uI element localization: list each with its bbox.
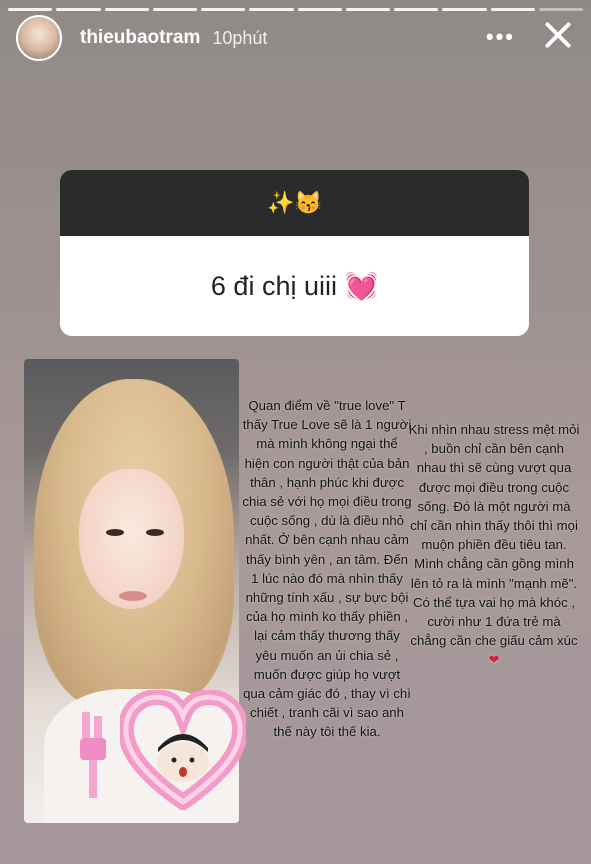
- story-text-left: Quan điểm về "true love" T thấy True Lov…: [242, 398, 412, 740]
- photo-face: [79, 469, 184, 609]
- photo-eye: [106, 529, 124, 536]
- progress-segment: [394, 8, 439, 11]
- story-text-right: Khi nhìn nhau stress mệt mỏi , buồn chỉ …: [408, 420, 580, 670]
- progress-segment-current: [538, 8, 583, 11]
- progress-segment: [442, 8, 487, 11]
- story-progress-bar: [8, 8, 583, 11]
- progress-segment: [345, 8, 390, 11]
- photo-lips: [119, 591, 147, 601]
- red-heart-icon: ❤: [488, 652, 500, 668]
- pink-drip-sticker-icon: [80, 712, 106, 798]
- photo-eye: [146, 529, 164, 536]
- progress-segment: [490, 8, 535, 11]
- username[interactable]: thieubaotram: [80, 27, 200, 49]
- close-icon[interactable]: [541, 18, 575, 52]
- progress-segment: [249, 8, 294, 11]
- heart-icon: [120, 690, 246, 810]
- progress-segment: [297, 8, 342, 11]
- story-text-right-body: Khi nhìn nhau stress mệt mỏi , buồn chỉ …: [408, 422, 580, 649]
- post-time: 10phút: [212, 27, 268, 48]
- story-header: thieubaotram 10phút •••: [16, 15, 575, 61]
- progress-segment: [56, 8, 101, 11]
- progress-segment: [8, 8, 53, 11]
- progress-segment: [201, 8, 246, 11]
- avatar[interactable]: [16, 15, 62, 61]
- heart-cartoon-sticker: [110, 690, 256, 820]
- question-sticker[interactable]: ✨😽 6 đi chị uiii 💓: [60, 170, 529, 336]
- question-answer: 6 đi chị uiii 💓: [60, 236, 529, 336]
- progress-segment: [152, 8, 197, 11]
- question-prompt: ✨😽: [60, 170, 529, 236]
- more-dots-icon[interactable]: •••: [486, 24, 515, 50]
- progress-segment: [104, 8, 149, 11]
